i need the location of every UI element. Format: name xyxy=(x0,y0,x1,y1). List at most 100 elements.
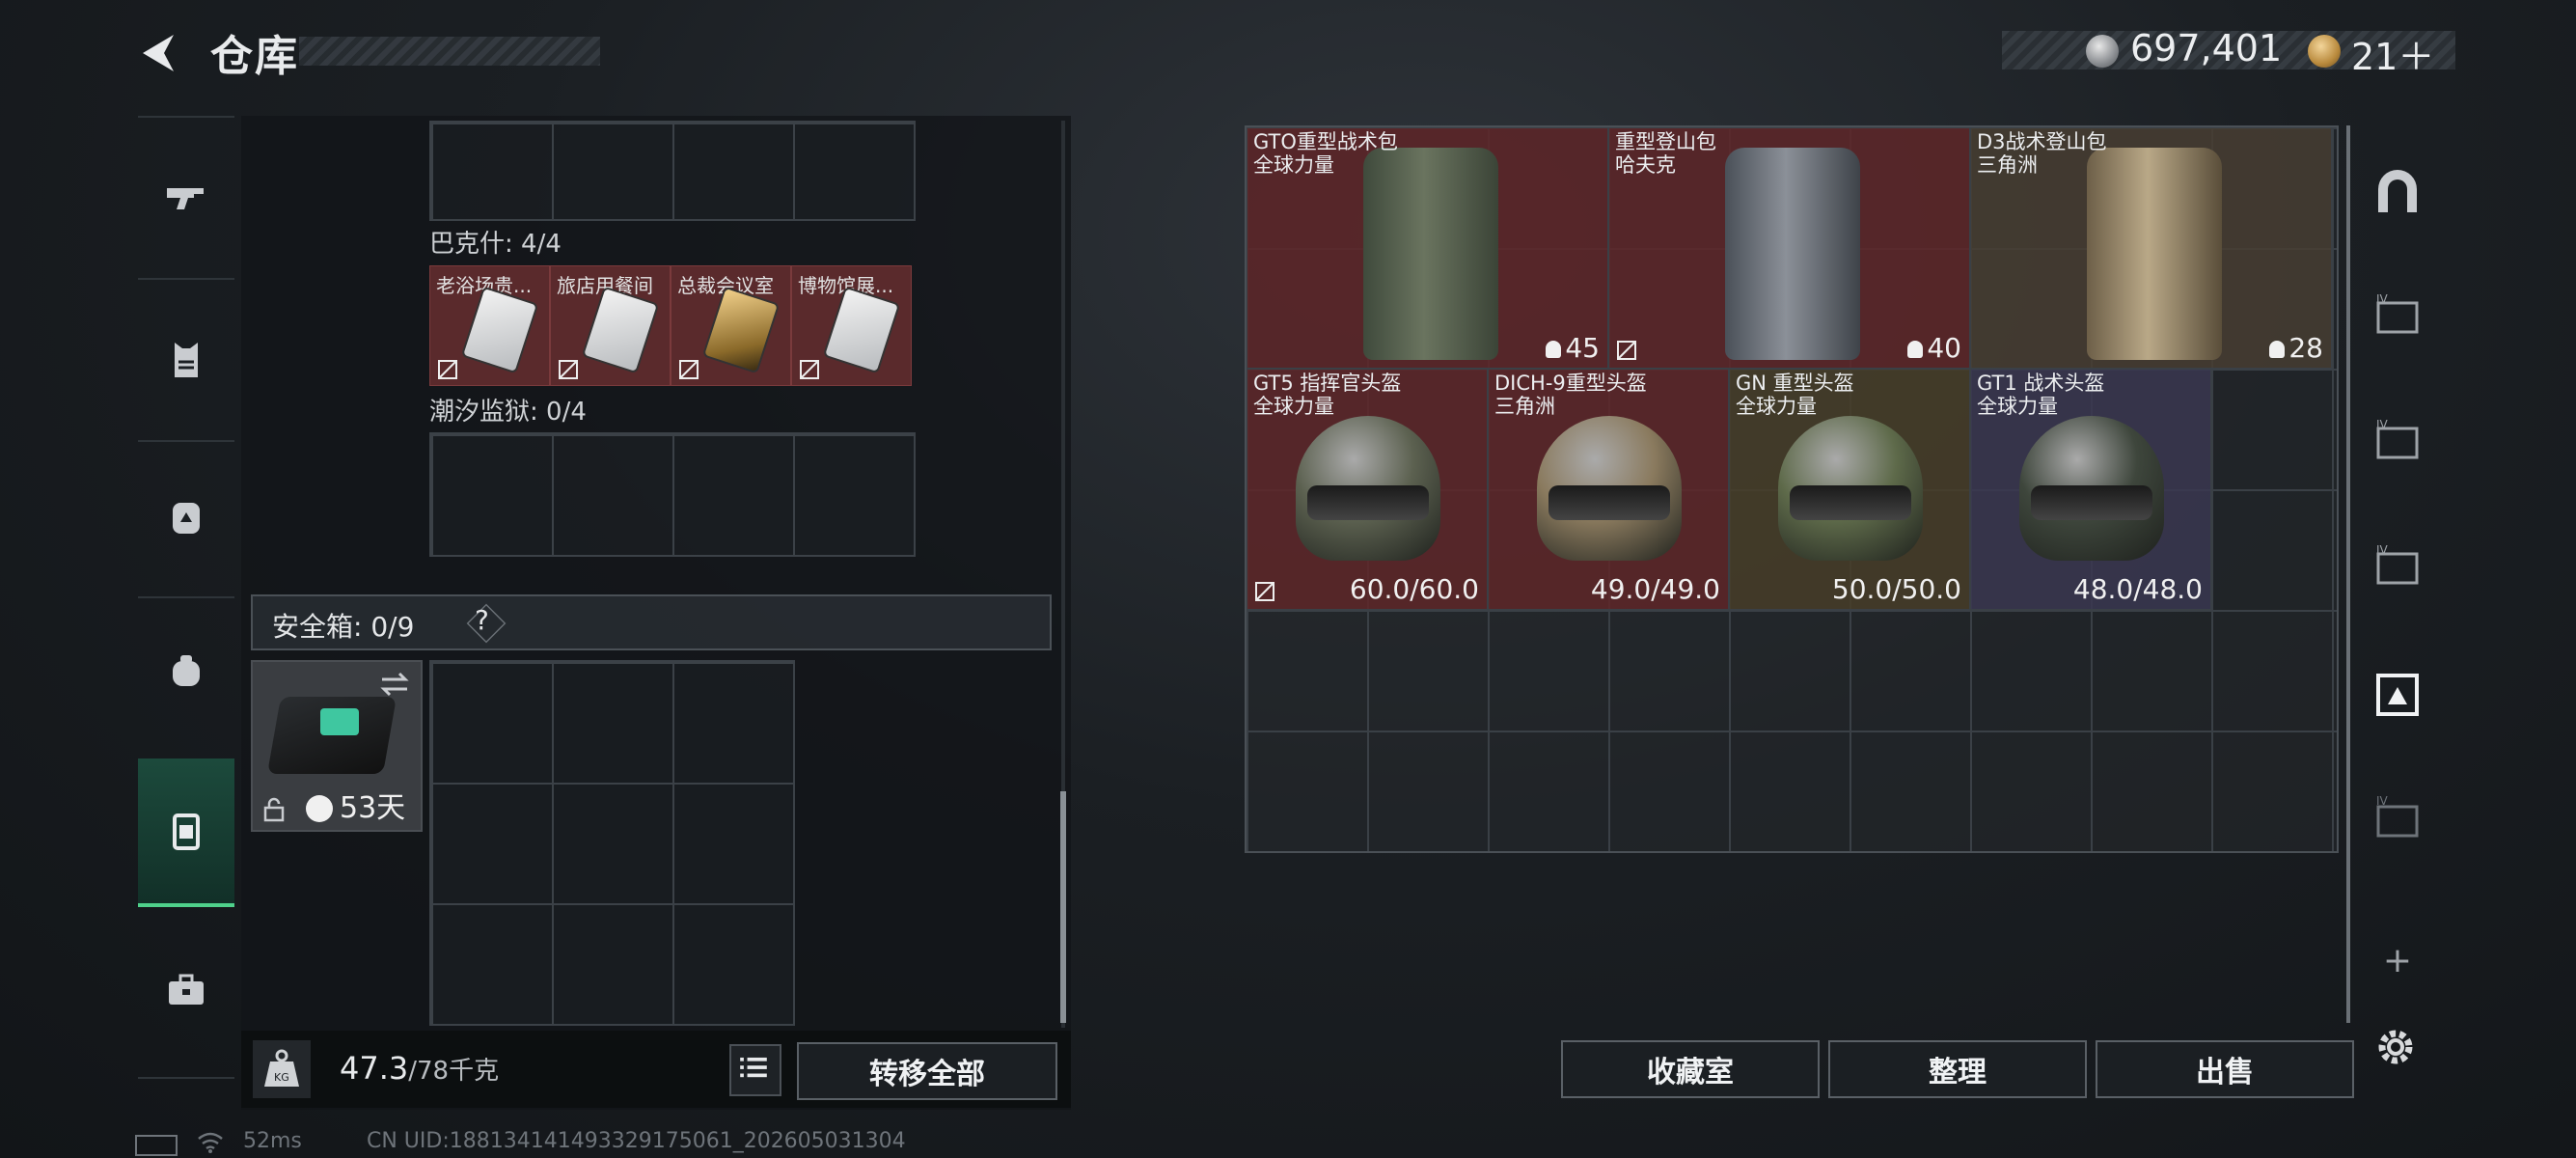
sell-button[interactable]: 出售 xyxy=(2096,1040,2354,1098)
helmet-item[interactable]: GT5 指挥官头盔 全球力量 60.0/60.0 xyxy=(1247,369,1488,610)
arch-icon xyxy=(2378,170,2417,212)
safe-box-item[interactable]: 53天 xyxy=(251,660,423,832)
filter-level-4-c[interactable]: IV xyxy=(2354,511,2441,627)
safe-box-label: 安全箱: 0/9 xyxy=(272,611,415,643)
item-stat-value: 40 xyxy=(1927,332,1961,364)
weight-icon: KG xyxy=(253,1040,311,1098)
gear-icon[interactable] xyxy=(2371,1023,2420,1071)
item-stat: 40 xyxy=(1907,332,1961,364)
no-drop-icon xyxy=(1255,582,1274,601)
no-drop-icon xyxy=(559,360,578,379)
lock-icon xyxy=(263,797,285,822)
storage-footer: KG 47.3/78千克 转移全部 xyxy=(241,1031,1071,1108)
item-faction: 三角洲 xyxy=(1494,395,1555,418)
item-stat-value: 48.0/48.0 xyxy=(2072,573,2203,605)
tidal-prison-grid[interactable] xyxy=(429,432,916,557)
filter-level-4-a[interactable]: IV xyxy=(2354,261,2441,376)
svg-text:IV: IV xyxy=(2376,418,2389,431)
nav-armor[interactable] xyxy=(138,288,234,432)
item-faction: 全球力量 xyxy=(1253,153,1334,177)
item-title: GN 重型头盔 xyxy=(1736,372,1854,395)
safe-box-header: 安全箱: 0/9 ? xyxy=(251,594,1052,650)
keycard-image xyxy=(825,289,898,372)
organize-button[interactable]: 整理 xyxy=(1828,1040,2087,1098)
backpack-image xyxy=(1725,148,1860,360)
storage-grid-top[interactable] xyxy=(429,121,916,221)
nav-backpacks[interactable] xyxy=(138,444,234,589)
item-faction: 全球力量 xyxy=(1977,395,2058,418)
capacity-icon xyxy=(1907,341,1924,358)
nav-containers[interactable] xyxy=(138,758,234,907)
list-view-button[interactable] xyxy=(729,1044,781,1096)
filter-all[interactable] xyxy=(2354,135,2441,251)
level-tag-icon: IV xyxy=(2376,418,2419,459)
capacity-icon xyxy=(1546,341,1562,358)
helmet-visor xyxy=(1790,485,1911,520)
helmet-visor xyxy=(1548,485,1670,520)
helmet-visor xyxy=(1307,485,1429,520)
pouch-icon xyxy=(173,655,200,686)
safe-box-days: 53天 xyxy=(340,791,406,825)
right-filter-nav: IV IV IV IV + xyxy=(2354,116,2441,1081)
backpack-item[interactable]: D3战术登山包 三角洲 28 xyxy=(1970,127,2332,369)
key-card[interactable]: 总裁会议室 xyxy=(671,265,791,386)
ticket-amount[interactable]: 21＋ xyxy=(2351,27,2434,80)
helmet-item[interactable]: GN 重型头盔 全球力量 50.0/50.0 xyxy=(1729,369,1970,610)
weight-readout: 47.3/78千克 xyxy=(340,1050,499,1087)
helmet-item[interactable]: GT1 战术头盔 全球力量 48.0/48.0 xyxy=(1970,369,2211,610)
toolbox-icon xyxy=(169,974,204,1005)
storage-scrollbar-thumb[interactable] xyxy=(1060,791,1066,1023)
swap-icon[interactable] xyxy=(378,670,411,699)
item-title: D3战术登山包 xyxy=(1977,130,2107,153)
filter-container-active[interactable] xyxy=(2354,637,2441,753)
weight-max: /78千克 xyxy=(408,1057,500,1086)
helmet-item[interactable]: DICH-9重型头盔 三角洲 49.0/49.0 xyxy=(1488,369,1729,610)
backpack-image xyxy=(1363,148,1498,360)
list-icon xyxy=(740,1057,767,1078)
key-card[interactable]: 旅店用餐间 xyxy=(550,265,671,386)
container-icon xyxy=(173,813,200,850)
money-amount: 697,401 xyxy=(2130,27,2283,69)
key-card[interactable]: 博物馆展... xyxy=(791,265,912,386)
item-stat: 49.0/49.0 xyxy=(1591,573,1720,605)
item-stat-value: 45 xyxy=(1565,332,1600,364)
item-name: 重型登山包 哈夫克 xyxy=(1615,130,1716,177)
collection-room-button[interactable]: 收藏室 xyxy=(1561,1040,1820,1098)
backpack-image xyxy=(2087,148,2222,360)
svg-text:IV: IV xyxy=(2376,543,2389,557)
nav-helmets[interactable] xyxy=(138,598,234,743)
left-category-nav xyxy=(138,116,234,1081)
filter-level-4-b[interactable]: IV xyxy=(2354,386,2441,502)
level-tag-icon: IV xyxy=(2376,292,2419,334)
transfer-all-button[interactable]: 转移全部 xyxy=(797,1042,1057,1100)
backpack-icon xyxy=(173,503,200,534)
bakesh-label: 巴克什: 4/4 xyxy=(429,230,562,259)
nav-supplies[interactable] xyxy=(138,917,234,1062)
keycard-image xyxy=(704,289,778,372)
backpack-item[interactable]: GTO重型战术包 全球力量 45 xyxy=(1247,127,1608,369)
item-stat: 28 xyxy=(2269,332,2323,364)
item-title: GT1 战术头盔 xyxy=(1977,372,2105,395)
no-drop-icon xyxy=(800,360,819,379)
item-stat: 50.0/50.0 xyxy=(1832,573,1961,605)
item-stat: 45 xyxy=(1546,332,1600,364)
nav-weapons[interactable] xyxy=(138,125,234,270)
back-arrow-icon[interactable] xyxy=(135,29,183,77)
item-title: 重型登山包 xyxy=(1615,130,1716,153)
filter-level-4-d[interactable]: IV xyxy=(2354,762,2441,878)
battery-icon xyxy=(135,1135,178,1156)
safe-box-grid[interactable] xyxy=(429,660,795,1026)
page-title: 仓库 xyxy=(210,32,299,81)
weight-value: 47.3 xyxy=(340,1050,409,1087)
item-title: GTO重型战术包 xyxy=(1253,130,1398,153)
safe-box-screen xyxy=(320,708,359,735)
right-scrollbar[interactable] xyxy=(2346,125,2350,1023)
item-faction: 全球力量 xyxy=(1736,395,1817,418)
container-filter-icon xyxy=(2376,674,2419,716)
item-name: GT1 战术头盔 全球力量 xyxy=(1977,372,2104,418)
item-faction: 全球力量 xyxy=(1253,395,1334,418)
backpack-item[interactable]: 重型登山包 哈夫克 40 xyxy=(1608,127,1970,369)
item-title: GT5 指挥官头盔 xyxy=(1253,372,1402,395)
add-filter-button[interactable]: + xyxy=(2354,902,2441,1018)
key-card[interactable]: 老浴场贵... xyxy=(429,265,550,386)
